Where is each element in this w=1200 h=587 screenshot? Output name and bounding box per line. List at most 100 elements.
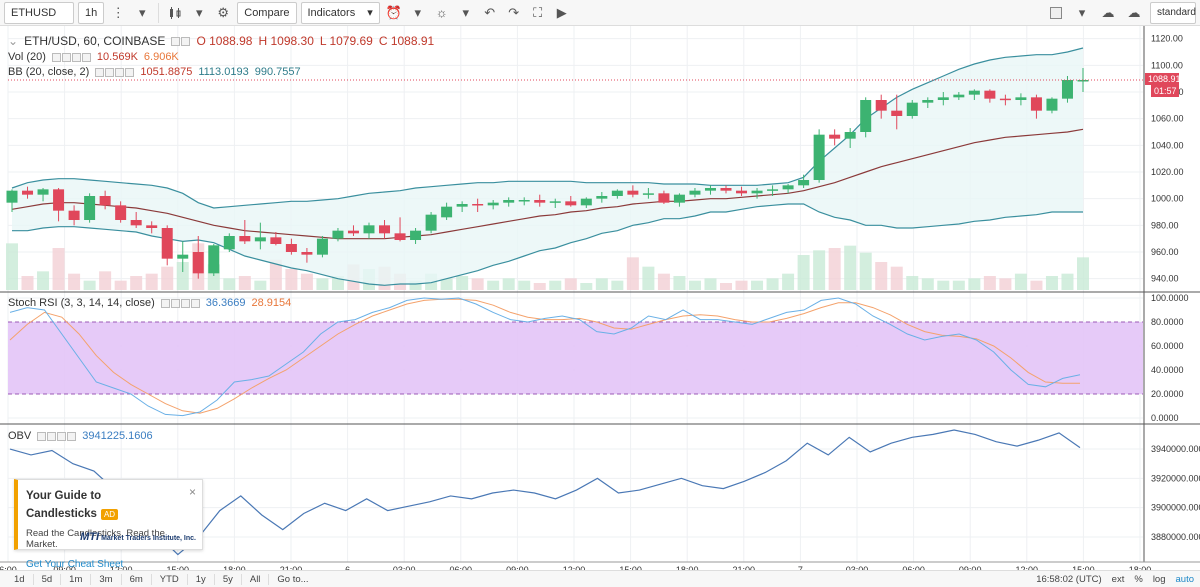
volume-bar bbox=[1077, 257, 1089, 290]
legend-buttons[interactable] bbox=[37, 431, 77, 441]
range-button-3m[interactable]: 3m bbox=[91, 573, 122, 585]
collapse-icon[interactable]: ⌄ bbox=[8, 34, 18, 48]
fullscreen-icon[interactable]: ⛶ bbox=[528, 3, 548, 23]
volume-bar bbox=[1030, 280, 1043, 290]
rsi-tick-label: 80.0000 bbox=[1151, 317, 1184, 327]
candle-body bbox=[549, 201, 561, 203]
countdown-text: 01:57 bbox=[1154, 86, 1177, 96]
volume-bar bbox=[921, 278, 934, 290]
compare-button[interactable]: Compare bbox=[237, 1, 297, 24]
percent-scale-toggle[interactable]: % bbox=[1134, 574, 1142, 585]
obv-tick-label: 3900000.0000 bbox=[1151, 503, 1200, 513]
candle-body bbox=[968, 90, 980, 95]
price-tick-label: 1060.00 bbox=[1151, 114, 1184, 124]
volume-bar bbox=[114, 280, 127, 290]
goto-date-button[interactable]: Go to... bbox=[269, 574, 316, 585]
redo-icon[interactable]: ↷ bbox=[504, 3, 524, 23]
volume-bar bbox=[285, 269, 298, 290]
volume-bar bbox=[704, 278, 717, 290]
volume-bar bbox=[68, 273, 81, 290]
candle-body bbox=[580, 198, 592, 206]
chevron-down-icon[interactable]: ▾ bbox=[1072, 3, 1092, 23]
layout-selector[interactable]: standard bbox=[1150, 1, 1196, 24]
replay-play-icon[interactable]: ▶ bbox=[552, 3, 572, 23]
candle-body bbox=[332, 230, 344, 239]
extended-hours-toggle[interactable]: ext bbox=[1112, 574, 1125, 585]
volume-label: Vol (20) bbox=[8, 51, 46, 63]
settings-gear-icon[interactable]: ⚙ bbox=[213, 3, 233, 23]
candle-body bbox=[782, 185, 794, 190]
alert-icon[interactable]: ⏰ bbox=[384, 3, 404, 23]
bottom-toolbar: 1d 5d 1m 3m 6m YTD 1y 5y All Go to... 16:58:02 (… bbox=[0, 570, 1200, 587]
chevron-down-icon[interactable]: ▾ bbox=[456, 3, 476, 23]
last-price-text: 1088.91 bbox=[1148, 74, 1181, 84]
volume-legend: Vol (20) 10.569K 6.906K bbox=[8, 51, 179, 63]
rsi-label: Stoch RSI (3, 3, 14, 14, close) bbox=[8, 297, 155, 309]
candle-body bbox=[891, 110, 903, 116]
ad-cta-link[interactable]: Get Your Cheat Sheet bbox=[26, 559, 194, 570]
range-button-1m[interactable]: 1m bbox=[61, 573, 92, 585]
candle-body bbox=[922, 100, 934, 103]
price-tick-label: 980.00 bbox=[1151, 220, 1179, 230]
candle-style-icon[interactable] bbox=[165, 3, 185, 23]
legend-buttons[interactable] bbox=[51, 52, 91, 62]
price-tick-label: 1020.00 bbox=[1151, 167, 1184, 177]
range-button-1d[interactable]: 1d bbox=[6, 573, 34, 585]
bb-label: BB (20, close, 2) bbox=[8, 66, 90, 78]
volume-bar bbox=[223, 278, 236, 290]
close-icon[interactable]: × bbox=[189, 485, 196, 499]
chevron-down-icon[interactable]: ▾ bbox=[408, 3, 428, 23]
range-button-5y[interactable]: 5y bbox=[215, 573, 242, 585]
volume-bar bbox=[83, 280, 96, 290]
candle-body bbox=[177, 254, 189, 259]
price-tick-label: 1040.00 bbox=[1151, 140, 1184, 150]
volume-bar bbox=[688, 280, 701, 290]
candle-body bbox=[813, 134, 825, 180]
candle-body bbox=[1046, 98, 1058, 111]
obv-tick-label: 3880000.0000 bbox=[1151, 532, 1200, 542]
obv-legend: OBV 3941225.1606 bbox=[8, 430, 153, 442]
chart-color-swatch-icon[interactable] bbox=[1046, 3, 1066, 23]
range-button-all[interactable]: All bbox=[242, 573, 270, 585]
chevron-down-icon[interactable]: ▾ bbox=[132, 3, 152, 23]
volume-bar bbox=[564, 278, 577, 290]
symbol-search-input[interactable]: ETHUSD bbox=[4, 1, 74, 24]
auto-scale-toggle[interactable]: auto bbox=[1176, 574, 1195, 585]
legend-buttons[interactable] bbox=[160, 298, 200, 308]
high-value: H 1098.30 bbox=[258, 34, 314, 48]
ideas-lightbulb-icon[interactable]: ☼ bbox=[432, 3, 452, 23]
candle-body bbox=[937, 97, 949, 100]
cloud-load-icon[interactable]: ☁ bbox=[1098, 3, 1118, 23]
log-scale-toggle[interactable]: log bbox=[1153, 574, 1166, 585]
indicators-button[interactable]: Indicators ▾ bbox=[300, 1, 380, 24]
candle-body bbox=[316, 238, 328, 255]
utc-clock[interactable]: 16:58:02 (UTC) bbox=[1036, 574, 1101, 585]
range-button-6m[interactable]: 6m bbox=[122, 573, 152, 585]
legend-buttons[interactable] bbox=[95, 67, 135, 77]
bollinger-legend: BB (20, close, 2) 1051.8875 1113.0193 99… bbox=[8, 66, 301, 78]
range-buttons: 1d 5d 1m 3m 6m YTD 1y 5y All bbox=[6, 573, 270, 585]
volume-bar bbox=[782, 273, 795, 290]
legend-buttons[interactable] bbox=[171, 36, 191, 46]
cloud-save-icon[interactable]: ☁ bbox=[1124, 3, 1144, 23]
candle-body bbox=[487, 202, 499, 206]
range-button-1y[interactable]: 1y bbox=[188, 573, 215, 585]
chevron-down-icon[interactable]: ▾ bbox=[189, 3, 209, 23]
range-button-ytd[interactable]: YTD bbox=[152, 573, 188, 585]
volume-bar bbox=[456, 276, 469, 290]
undo-icon[interactable]: ↶ bbox=[480, 3, 500, 23]
more-intervals-icon[interactable]: ⋮ bbox=[108, 3, 128, 23]
volume-value: 10.569K bbox=[96, 51, 138, 63]
candle-body bbox=[984, 90, 996, 99]
candle-body bbox=[192, 252, 204, 274]
volume-bar bbox=[145, 273, 158, 290]
volume-bar bbox=[99, 271, 112, 290]
candle-body bbox=[254, 237, 266, 242]
range-button-5d[interactable]: 5d bbox=[34, 573, 62, 585]
candle-body bbox=[642, 193, 654, 195]
volume-bar bbox=[487, 280, 500, 290]
interval-selector[interactable]: 1h bbox=[78, 1, 105, 24]
ad-popup[interactable]: Your Guide to Candlesticks AD × Read the … bbox=[14, 479, 203, 570]
candle-body bbox=[270, 237, 282, 244]
bb-upper-value: 1113.0193 bbox=[198, 66, 249, 78]
